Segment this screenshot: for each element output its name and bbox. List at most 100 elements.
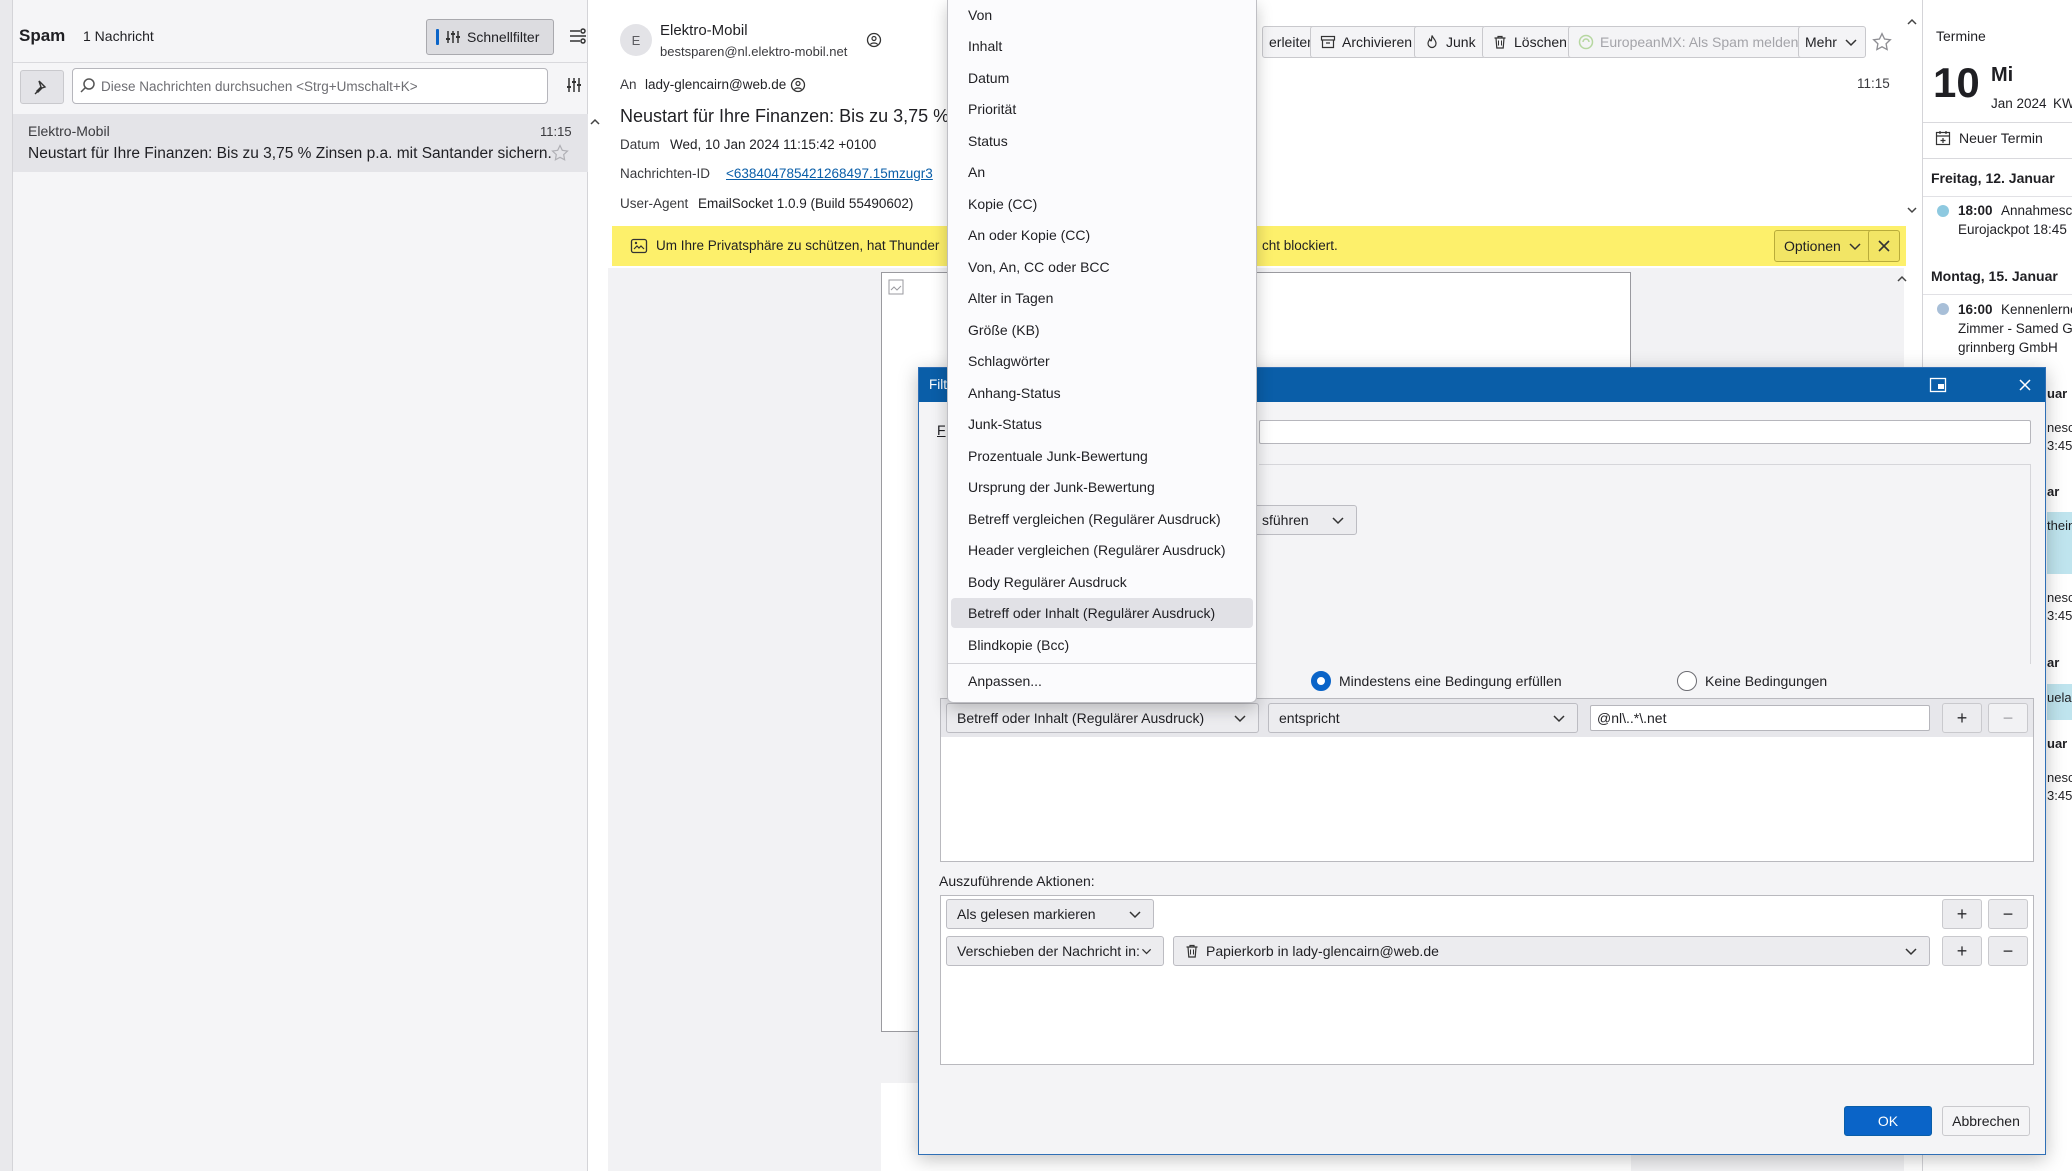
remove-action-button[interactable]: − — [1988, 936, 2028, 966]
restore-icon[interactable] — [1929, 377, 1947, 393]
star-icon[interactable] — [551, 144, 569, 162]
sliders-icon — [446, 31, 460, 43]
menu-item-subject-or-body-regex[interactable]: Betreff oder Inhalt (Regulärer Ausdruck) — [951, 598, 1253, 628]
menu-item-attachment-status[interactable]: Anhang-Status — [951, 378, 1253, 408]
scroll-up-icon[interactable] — [1896, 272, 1908, 288]
menu-item-subject-regex[interactable]: Betreff vergleichen (Regulärer Ausdruck) — [951, 504, 1253, 534]
event-title[interactable]: Kennenlerne — [2001, 302, 2072, 317]
archive-label: Archivieren — [1342, 34, 1413, 50]
action-type-dropdown[interactable]: Als gelesen markieren — [946, 899, 1154, 929]
add-action-button[interactable]: + — [1942, 936, 1982, 966]
menu-item-tags[interactable]: Schlagwörter — [951, 346, 1253, 376]
menu-item-priority[interactable]: Priorität — [951, 94, 1253, 124]
contact-icon[interactable] — [790, 77, 806, 93]
remove-condition-button[interactable]: − — [1988, 703, 2028, 733]
toggle-indicator-icon — [436, 29, 439, 45]
event-time[interactable]: 18:00 — [1958, 203, 1993, 218]
scroll-up-icon[interactable] — [1906, 16, 1918, 28]
from-name[interactable]: Elektro-Mobil — [660, 22, 748, 39]
scroll-down-icon[interactable] — [1906, 204, 1918, 216]
delete-button[interactable]: Löschen — [1482, 26, 1577, 58]
minus-icon: − — [2002, 903, 2014, 924]
archive-button[interactable]: Archivieren — [1310, 26, 1423, 58]
new-event-button[interactable]: Neuer Termin — [1935, 130, 2043, 146]
quick-filter-label: Schnellfilter — [467, 29, 540, 45]
menu-item-bcc[interactable]: Blindkopie (Bcc) — [951, 630, 1253, 660]
event-title[interactable]: Annahmesc — [2001, 203, 2072, 218]
menu-item-body-regex[interactable]: Body Regulärer Ausdruck — [951, 567, 1253, 597]
menu-item-label: Größe (KB) — [968, 322, 1040, 338]
event-title-cont[interactable]: Zimmer - Samed G — [1958, 321, 2072, 336]
ok-button[interactable]: OK — [1844, 1106, 1932, 1136]
close-bar-button[interactable] — [1868, 230, 1900, 262]
close-icon[interactable] — [2018, 378, 2032, 392]
star-icon[interactable] — [1872, 32, 1892, 52]
dialog-title: Filt — [929, 377, 947, 392]
menu-separator — [948, 663, 1256, 664]
condition-value-input[interactable]: @nl\..*\.net — [1590, 705, 1930, 731]
menu-item-age[interactable]: Alter in Tagen — [951, 283, 1253, 313]
month-year: Jan 2024 — [1991, 96, 2047, 111]
agenda-fragment: nesc — [2047, 590, 2072, 605]
search-options-icon[interactable] — [565, 76, 583, 97]
message-row[interactable]: Elektro-Mobil 11:15 Neustart für Ihre Fi… — [13, 114, 588, 172]
menu-item-junk-status[interactable]: Junk-Status — [951, 409, 1253, 439]
menu-item-label: Inhalt — [968, 38, 1003, 54]
junk-button[interactable]: Junk — [1414, 26, 1486, 58]
message-count: 1 Nachricht — [83, 28, 154, 44]
menu-item-any-recipient[interactable]: Von, An, CC oder BCC — [951, 252, 1253, 282]
chevron-down-icon — [1129, 911, 1141, 919]
search-input[interactable]: Diese Nachrichten durchsuchen <Strg+Umsc… — [72, 68, 548, 104]
menu-item-to[interactable]: An — [951, 157, 1253, 187]
menu-item-label: Anpassen... — [968, 673, 1042, 689]
menu-item-customize[interactable]: Anpassen... — [951, 666, 1253, 696]
run-mode-label: sführen — [1262, 512, 1309, 528]
menu-item-to-or-cc[interactable]: An oder Kopie (CC) — [951, 220, 1253, 250]
run-mode-dropdown[interactable]: sführen — [1251, 505, 1357, 535]
msgid-link[interactable]: <638404785421268497.15mzugr3 — [726, 166, 933, 181]
filter-name-input[interactable] — [1259, 420, 2031, 444]
action-type-dropdown[interactable]: Verschieben der Nachricht in: — [946, 936, 1164, 966]
msgid-label: Nachrichten-ID — [620, 166, 711, 181]
menu-item-body[interactable]: Inhalt — [951, 31, 1253, 61]
menu-item-label: Schlagwörter — [968, 353, 1050, 369]
target-folder-dropdown[interactable]: Papierkorb in lady-glencairn@web.de — [1173, 936, 1930, 966]
add-condition-button[interactable]: + — [1942, 703, 1982, 733]
menu-item-header-regex[interactable]: Header vergleichen (Regulärer Ausdruck) — [951, 535, 1253, 565]
menu-item-status[interactable]: Status — [951, 126, 1253, 156]
menu-item-from[interactable]: Von — [951, 0, 1253, 30]
options-button[interactable]: Optionen — [1774, 230, 1873, 262]
cancel-button[interactable]: Abbrechen — [1942, 1106, 2030, 1136]
event-title-cont[interactable]: grinnberg GmbH — [1958, 340, 2058, 355]
filter-name-label: F — [937, 422, 946, 438]
contact-icon[interactable] — [866, 32, 882, 48]
report-spam-button[interactable]: EuropeanMX: Als Spam melden — [1568, 26, 1809, 58]
condition-operator-dropdown[interactable]: entspricht — [1268, 703, 1578, 733]
match-none-radio[interactable]: Keine Bedingungen — [1677, 671, 1827, 691]
menu-item-date[interactable]: Datum — [951, 63, 1253, 93]
more-button[interactable]: Mehr — [1798, 26, 1866, 58]
menu-item-cc[interactable]: Kopie (CC) — [951, 189, 1253, 219]
divider — [1923, 158, 2072, 159]
menu-item-junk-percent[interactable]: Prozentuale Junk-Bewertung — [951, 441, 1253, 471]
forward-label: erleiten — [1269, 34, 1315, 50]
event-time[interactable]: 16:00 — [1958, 302, 1993, 317]
actions-label: Auszuführende Aktionen: — [939, 873, 1095, 889]
event-title-cont[interactable]: Eurojackpot 18:45 — [1958, 222, 2067, 237]
match-any-radio[interactable]: Mindestens eine Bedingung erfüllen — [1311, 671, 1562, 691]
display-options-icon[interactable] — [568, 26, 588, 49]
scroll-up-icon[interactable] — [589, 116, 601, 128]
add-action-button[interactable]: + — [1942, 899, 1982, 929]
menu-item-label: Kopie (CC) — [968, 196, 1038, 212]
sticky-filter-button[interactable] — [20, 70, 64, 104]
condition-attribute-dropdown[interactable]: Betreff oder Inhalt (Regulärer Ausdruck) — [946, 703, 1259, 733]
message-sender: Elektro-Mobil — [28, 123, 110, 139]
today-pane-title: Termine — [1936, 28, 1986, 44]
to-address[interactable]: lady-glencairn@web.de — [645, 77, 786, 92]
quick-filter-button[interactable]: Schnellfilter — [426, 19, 554, 55]
image-blocked-icon — [630, 238, 648, 254]
remove-action-button[interactable]: − — [1988, 899, 2028, 929]
from-email[interactable]: bestsparen@nl.elektro-mobil.net — [660, 44, 847, 59]
menu-item-size[interactable]: Größe (KB) — [951, 315, 1253, 345]
menu-item-junk-origin[interactable]: Ursprung der Junk-Bewertung — [951, 472, 1253, 502]
